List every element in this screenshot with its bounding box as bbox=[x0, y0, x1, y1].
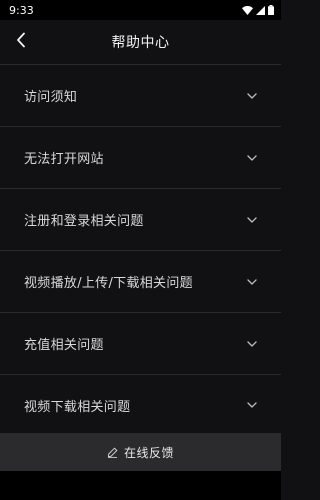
faq-item-label: 无法打开网站 bbox=[24, 152, 104, 167]
faq-item-label: 注册和登录相关问题 bbox=[24, 214, 144, 229]
chevron-down-icon bbox=[247, 278, 257, 285]
faq-item-access-notice[interactable]: 访问须知 bbox=[0, 64, 281, 126]
back-button[interactable] bbox=[8, 29, 34, 55]
status-icons bbox=[242, 5, 274, 15]
status-time: 9:33 bbox=[9, 3, 34, 17]
faq-list: 访问须知 无法打开网站 注册和登录相关问题 视频播放/上传/下载相关问题 充值相… bbox=[0, 64, 281, 436]
chevron-down-icon bbox=[247, 154, 257, 161]
chevron-left-icon bbox=[16, 32, 26, 52]
wifi-icon bbox=[242, 5, 253, 15]
chevron-down-icon bbox=[247, 92, 257, 99]
faq-item-video-play-upload-download[interactable]: 视频播放/上传/下载相关问题 bbox=[0, 250, 281, 312]
battery-icon bbox=[268, 5, 274, 15]
system-nav-area bbox=[0, 471, 281, 500]
faq-item-register-login[interactable]: 注册和登录相关问题 bbox=[0, 188, 281, 250]
faq-item-label: 访问须知 bbox=[24, 90, 78, 105]
chevron-down-icon bbox=[247, 340, 257, 347]
faq-item-label: 视频下载相关问题 bbox=[24, 399, 131, 415]
feedback-label: 在线反馈 bbox=[123, 445, 174, 460]
page-title: 帮助中心 bbox=[111, 35, 170, 51]
faq-item-cannot-open-site[interactable]: 无法打开网站 bbox=[0, 126, 281, 188]
faq-item-video-download[interactable]: 视频下载相关问题 bbox=[0, 374, 281, 436]
chevron-down-icon bbox=[247, 402, 257, 408]
signal-icon bbox=[256, 5, 265, 15]
edit-icon bbox=[107, 443, 118, 462]
faq-item-label: 充值相关问题 bbox=[24, 338, 104, 353]
faq-item-label: 视频播放/上传/下载相关问题 bbox=[24, 276, 193, 291]
chevron-down-icon bbox=[247, 216, 257, 223]
status-bar: 9:33 bbox=[0, 0, 281, 20]
faq-item-recharge[interactable]: 充值相关问题 bbox=[0, 312, 281, 374]
header: 帮助中心 bbox=[0, 20, 281, 64]
online-feedback-button[interactable]: 在线反馈 bbox=[0, 433, 281, 471]
